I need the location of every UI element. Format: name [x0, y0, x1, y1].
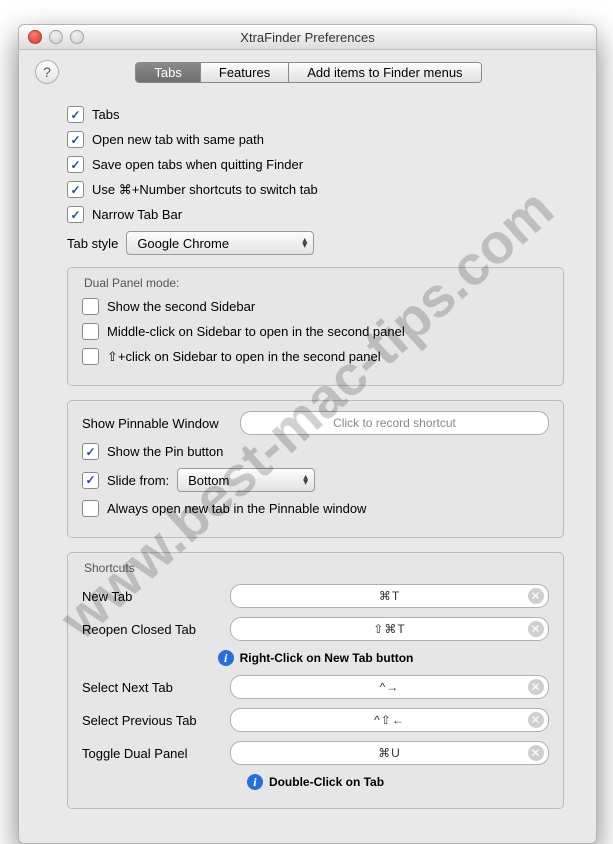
- help-button[interactable]: ?: [35, 60, 59, 84]
- label-same-path: Open new tab with same path: [92, 132, 264, 147]
- titlebar: XtraFinder Preferences: [19, 25, 596, 50]
- checkbox-slide-from[interactable]: [82, 472, 99, 489]
- clear-icon[interactable]: ✕: [528, 712, 544, 728]
- label-sc-new-tab: New Tab: [82, 589, 222, 604]
- label-always-open: Always open new tab in the Pinnable wind…: [107, 501, 366, 516]
- hint-double-click: iDouble-Click on Tab: [82, 774, 549, 790]
- record-shortcut-pinnable[interactable]: Click to record shortcut: [240, 411, 549, 435]
- label-sc-next: Select Next Tab: [82, 680, 222, 695]
- checkbox-cmd-number[interactable]: [67, 181, 84, 198]
- tab-additems[interactable]: Add items to Finder menus: [289, 63, 480, 82]
- checkbox-middle-click[interactable]: [82, 323, 99, 340]
- label-second-sidebar: Show the second Sidebar: [107, 299, 255, 314]
- clear-icon[interactable]: ✕: [528, 745, 544, 761]
- checkbox-shift-click[interactable]: [82, 348, 99, 365]
- info-icon: i: [218, 650, 234, 666]
- checkbox-same-path[interactable]: [67, 131, 84, 148]
- shortcut-toggle[interactable]: ⌘U ✕: [230, 741, 549, 765]
- tab-features[interactable]: Features: [201, 63, 289, 82]
- legend-shortcuts: Shortcuts: [84, 561, 549, 575]
- label-tabs: Tabs: [92, 107, 119, 122]
- checkbox-narrow-bar[interactable]: [67, 206, 84, 223]
- select-arrows-icon: ▴▾: [302, 238, 307, 248]
- select-tab-style-value: Google Chrome: [137, 236, 229, 251]
- checkbox-tabs[interactable]: [67, 106, 84, 123]
- label-sc-prev: Select Previous Tab: [82, 713, 222, 728]
- tab-segmented-control: Tabs Features Add items to Finder menus: [135, 62, 481, 83]
- shortcut-next[interactable]: ^→ ✕: [230, 675, 549, 699]
- preferences-window: XtraFinder Preferences ? Tabs Features A…: [18, 24, 597, 844]
- info-icon: i: [247, 774, 263, 790]
- label-tab-style: Tab style: [67, 236, 118, 251]
- group-pinnable: Show Pinnable Window Click to record sho…: [67, 400, 564, 538]
- select-slide-from[interactable]: Bottom ▴▾: [177, 468, 315, 492]
- clear-icon[interactable]: ✕: [528, 679, 544, 695]
- label-slide-from: Slide from:: [107, 473, 169, 488]
- content: Tabs Open new tab with same path Save op…: [19, 106, 596, 843]
- label-cmd-number: Use ⌘+Number shortcuts to switch tab: [92, 182, 318, 198]
- select-arrows-icon: ▴▾: [303, 475, 308, 485]
- label-show-pinnable: Show Pinnable Window: [82, 416, 232, 431]
- label-save-tabs: Save open tabs when quitting Finder: [92, 157, 303, 172]
- label-shift-click: ⇧+click on Sidebar to open in the second…: [107, 349, 381, 365]
- select-tab-style[interactable]: Google Chrome ▴▾: [126, 231, 314, 255]
- checkbox-save-tabs[interactable]: [67, 156, 84, 173]
- label-middle-click: Middle-click on Sidebar to open in the s…: [107, 324, 405, 339]
- select-slide-from-value: Bottom: [188, 473, 229, 488]
- shortcut-reopen[interactable]: ⇧⌘T ✕: [230, 617, 549, 641]
- shortcut-new-tab[interactable]: ⌘T ✕: [230, 584, 549, 608]
- label-sc-toggle: Toggle Dual Panel: [82, 746, 222, 761]
- legend-dual-panel: Dual Panel mode:: [84, 276, 549, 290]
- toolbar: ? Tabs Features Add items to Finder menu…: [19, 50, 596, 98]
- group-shortcuts: Shortcuts New Tab ⌘T ✕ Reopen Closed Tab…: [67, 552, 564, 809]
- tab-tabs[interactable]: Tabs: [136, 63, 200, 82]
- checkbox-show-pin[interactable]: [82, 443, 99, 460]
- shortcut-prev[interactable]: ^⇧← ✕: [230, 708, 549, 732]
- label-narrow-bar: Narrow Tab Bar: [92, 207, 182, 222]
- checkbox-second-sidebar[interactable]: [82, 298, 99, 315]
- label-show-pin: Show the Pin button: [107, 444, 223, 459]
- hint-right-click: iRight-Click on New Tab button: [82, 650, 549, 666]
- label-sc-reopen: Reopen Closed Tab: [82, 622, 222, 637]
- clear-icon[interactable]: ✕: [528, 588, 544, 604]
- window-title: XtraFinder Preferences: [19, 30, 596, 45]
- clear-icon[interactable]: ✕: [528, 621, 544, 637]
- checkbox-always-open[interactable]: [82, 500, 99, 517]
- group-dual-panel: Dual Panel mode: Show the second Sidebar…: [67, 267, 564, 386]
